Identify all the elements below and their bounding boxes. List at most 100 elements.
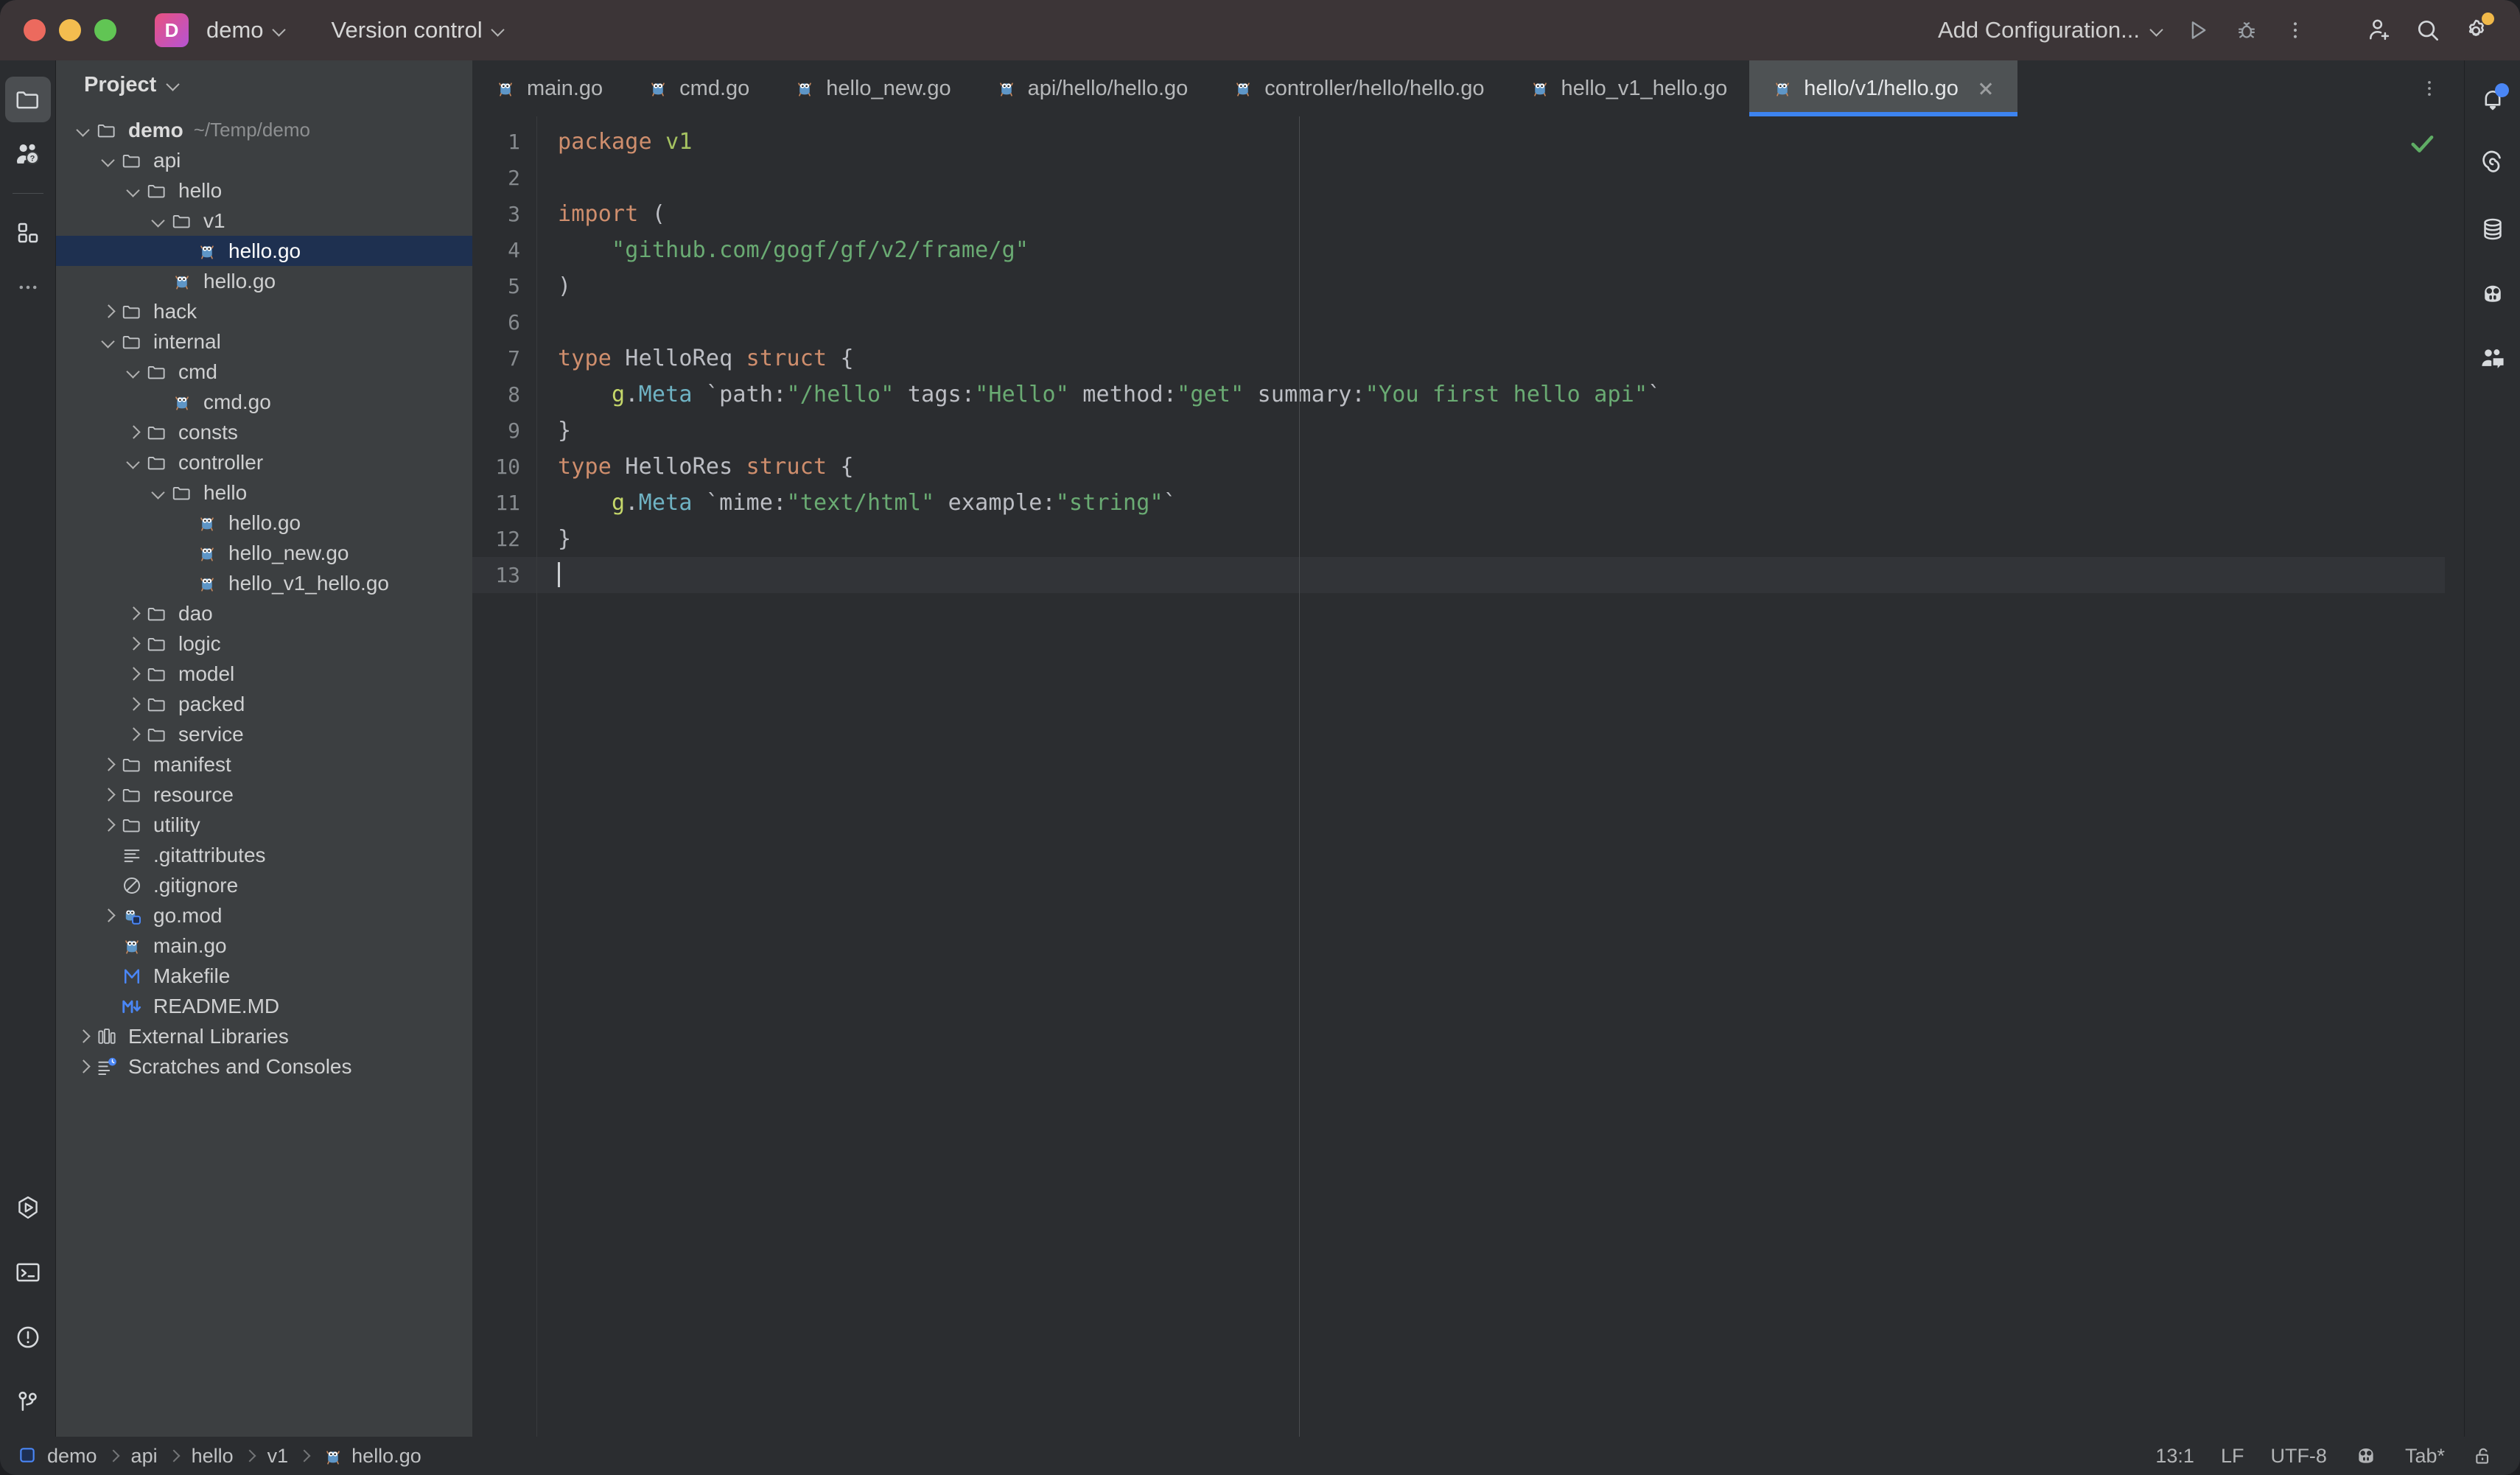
project-file-tree[interactable]: demo ~/Temp/demo api hello v1 hello.go hello.g… [56,109,472,1437]
chevron-right-icon[interactable] [97,905,119,927]
chevron-down-icon[interactable] [122,180,144,202]
chevron-down-icon[interactable] [97,150,119,172]
tree-node-cmd-go[interactable]: cmd.go [56,387,472,417]
close-window-button[interactable] [24,19,46,41]
chevron-right-icon[interactable] [97,754,119,776]
chevron-right-icon[interactable] [97,784,119,806]
tree-node-consts[interactable]: consts [56,417,472,447]
breadcrumb-item[interactable]: demo [18,1445,97,1468]
caret-position[interactable]: 13:1 [2155,1445,2194,1468]
tree-node-logic[interactable]: logic [56,628,472,659]
code-line[interactable]: ) [537,268,2464,304]
code-line[interactable]: package v1 [537,124,2464,160]
tree-node-utility[interactable]: utility [56,810,472,840]
editor-tab-options-button[interactable] [2408,67,2451,110]
line-separator[interactable]: LF [2221,1445,2244,1468]
tree-node-resource[interactable]: resource [56,779,472,810]
tree-node-hello-go[interactable]: hello.go [56,508,472,538]
chevron-right-icon[interactable] [72,1056,94,1078]
editor-tab-api-hello-hello-go[interactable]: api/hello/hello.go [973,60,1211,116]
tree-node-hello-go[interactable]: hello.go [56,236,472,266]
code-with-me-button[interactable] [2470,271,2516,317]
code-line[interactable]: "github.com/gogf/gf/v2/frame/g" [537,232,2464,268]
tree-node-scratches-and-consoles[interactable]: Scratches and Consoles [56,1051,472,1082]
tree-node-dao[interactable]: dao [56,598,472,628]
editor-tab-controller-hello-hello-go[interactable]: controller/hello/hello.go [1210,60,1506,116]
project-panel-header[interactable]: Project [56,60,472,109]
sidebar-item-git[interactable] [5,1379,51,1425]
code-line[interactable]: import ( [537,196,2464,232]
file-encoding[interactable]: UTF-8 [2270,1445,2327,1468]
indent-setting[interactable]: Tab* [2405,1445,2445,1468]
chevron-right-icon[interactable] [122,421,144,444]
settings-button[interactable] [2455,9,2498,52]
code-editor[interactable]: 1 2 3 4 5 6 7 8 9 10 11 12 13 package v1 import ( "gi… [472,116,2464,1437]
editor-tab-main-go[interactable]: main.go [472,60,625,116]
version-control-menu[interactable]: Version control [323,13,514,48]
tree-node-controller[interactable]: controller [56,447,472,477]
more-actions-button[interactable] [2274,9,2317,52]
chevron-down-icon[interactable] [72,119,94,141]
add-configuration-button[interactable]: Add Configuration... [1931,17,2171,43]
gopher-face-icon[interactable] [2353,1443,2379,1468]
sidebar-item-run[interactable] [5,1185,51,1230]
editor-tab-hello-v1-hello-go[interactable]: hello/v1/hello.go [1749,60,2017,116]
search-everywhere-button[interactable] [2407,9,2449,52]
tree-node-demo[interactable]: demo ~/Temp/demo [56,115,472,145]
code-line[interactable] [537,557,2464,593]
tree-node-service[interactable]: service [56,719,472,749]
code-line[interactable]: } [537,413,2464,449]
code-content[interactable]: package v1 import ( "github.com/gogf/gf/v… [537,116,2464,1437]
tree-node-internal[interactable]: internal [56,326,472,357]
chevron-right-icon[interactable] [72,1026,94,1048]
chevron-down-icon[interactable] [122,452,144,474]
tree-node-packed[interactable]: packed [56,689,472,719]
chevron-down-icon[interactable] [147,210,169,232]
tree-node-v1[interactable]: v1 [56,206,472,236]
chevron-down-icon[interactable] [147,482,169,504]
add-account-button[interactable] [2358,9,2401,52]
tree-node-external-libraries[interactable]: External Libraries [56,1021,472,1051]
sidebar-item-terminal[interactable] [5,1250,51,1295]
code-line[interactable] [537,160,2464,196]
tree-node-makefile[interactable]: Makefile [56,961,472,991]
minimize-window-button[interactable] [59,19,81,41]
tree-node-hello-go[interactable]: hello.go [56,266,472,296]
tree-node-go-mod[interactable]: go.mod [56,900,472,931]
tree-node--gitattributes[interactable]: .gitattributes [56,840,472,870]
chevron-right-icon[interactable] [122,633,144,655]
tree-node-hello[interactable]: hello [56,477,472,508]
breadcrumb-item[interactable]: hello.go [322,1445,421,1468]
chevron-right-icon[interactable] [122,693,144,715]
debug-button[interactable] [2225,9,2268,52]
chevron-right-icon[interactable] [122,724,144,746]
maximize-window-button[interactable] [94,19,116,41]
breadcrumb-item[interactable]: api [131,1445,158,1468]
tree-node-readme-md[interactable]: README.MD [56,991,472,1021]
tree-node-main-go[interactable]: main.go [56,931,472,961]
unlocked-icon[interactable] [2471,1444,2495,1468]
chevron-right-icon[interactable] [97,301,119,323]
tree-node-model[interactable]: model [56,659,472,689]
code-line[interactable]: } [537,521,2464,557]
tree-node-hello-v1-hello-go[interactable]: hello_v1_hello.go [56,568,472,598]
code-line[interactable]: g.Meta `mime:"text/html" example:"string… [537,485,2464,521]
code-line[interactable]: type HelloRes struct { [537,449,2464,485]
editor-tab-hello-v1-hello-go[interactable]: hello_v1_hello.go [1507,60,1750,116]
chevron-down-icon[interactable] [97,331,119,353]
code-line[interactable]: g.Meta `path:"/hello" tags:"Hello" metho… [537,376,2464,413]
tree-node-api[interactable]: api [56,145,472,175]
ai-assistant-button[interactable] [2470,141,2516,187]
inspection-status-icon[interactable] [2407,128,2437,165]
tree-node-hack[interactable]: hack [56,296,472,326]
sidebar-item-plugins[interactable] [5,210,51,256]
editor-tab-cmd-go[interactable]: cmd.go [625,60,771,116]
code-line[interactable] [537,304,2464,340]
run-button[interactable] [2177,9,2219,52]
sidebar-item-project[interactable] [4,77,51,122]
code-line[interactable]: type HelloReq struct { [537,340,2464,376]
sidebar-item-more[interactable] [5,264,51,310]
editor-tab-hello-new-go[interactable]: hello_new.go [771,60,973,116]
breadcrumb[interactable]: demo api hello v1 hello.go [18,1445,421,1468]
breadcrumb-item[interactable]: hello [192,1445,234,1468]
